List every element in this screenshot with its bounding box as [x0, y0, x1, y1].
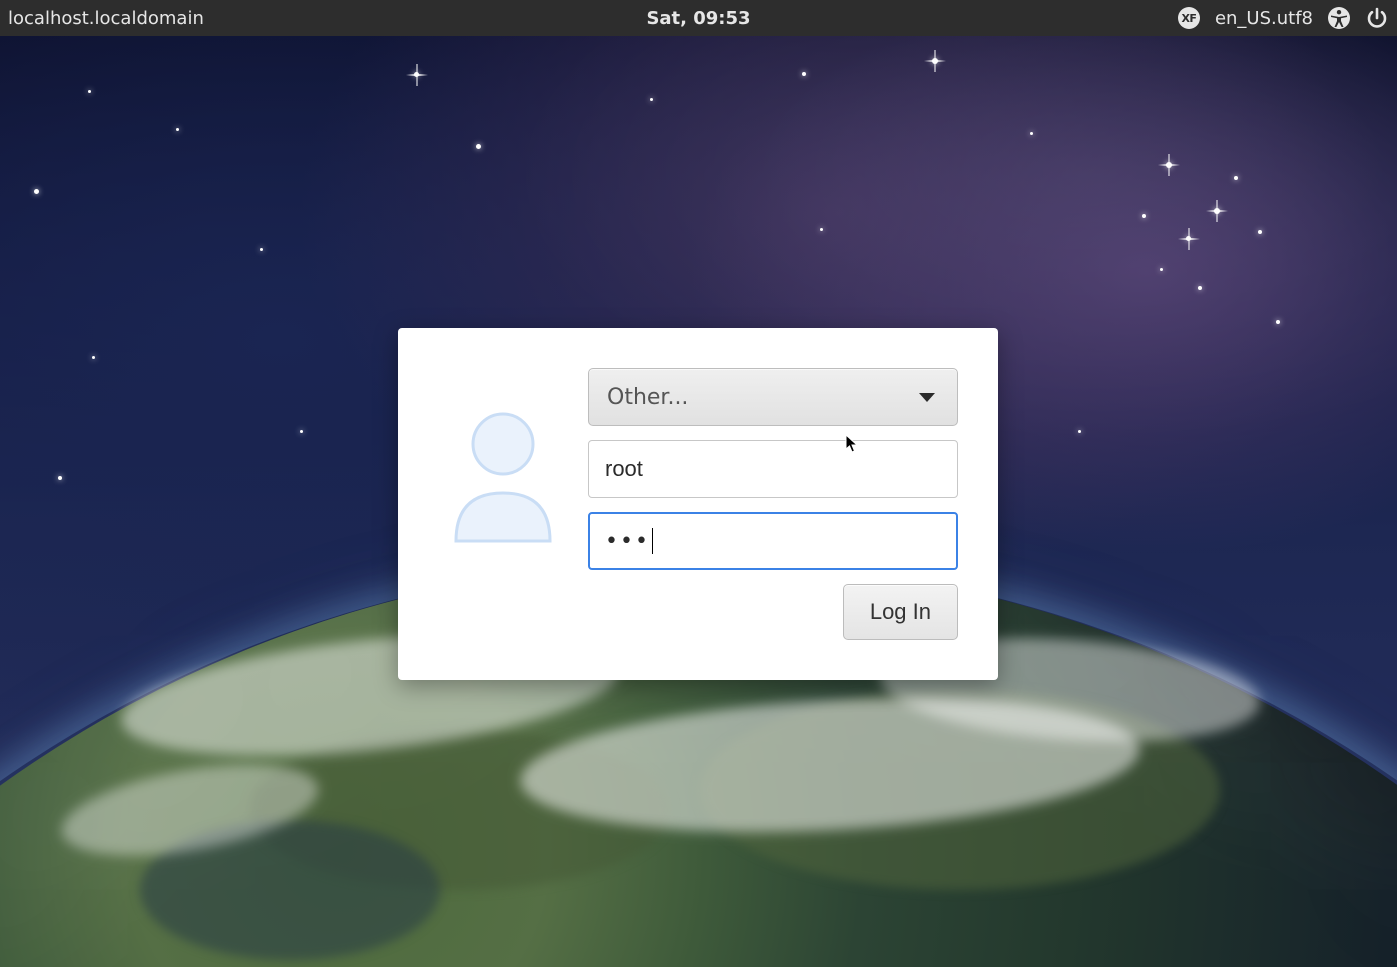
top-panel: localhost.localdomain Sat, 09:53 XF en_U… — [0, 0, 1397, 36]
login-dialog: Other... ••• Log In — [398, 328, 998, 680]
user-avatar-icon — [446, 408, 561, 543]
keyboard-layout-indicator[interactable]: en_US.utf8 — [1215, 8, 1313, 29]
password-mask: ••• — [605, 529, 650, 554]
xfce-session-icon[interactable]: XF — [1177, 6, 1201, 30]
clock-label: Sat, 09:53 — [646, 8, 750, 29]
user-select-value: Other... — [607, 385, 688, 410]
chevron-down-icon — [919, 393, 935, 402]
username-input[interactable] — [588, 440, 958, 498]
password-input[interactable]: ••• — [588, 512, 958, 570]
accessibility-icon[interactable] — [1327, 6, 1351, 30]
power-icon[interactable] — [1365, 6, 1389, 30]
user-select-dropdown[interactable]: Other... — [588, 368, 958, 426]
hostname-label: localhost.localdomain — [8, 8, 204, 29]
login-button[interactable]: Log In — [843, 584, 958, 640]
